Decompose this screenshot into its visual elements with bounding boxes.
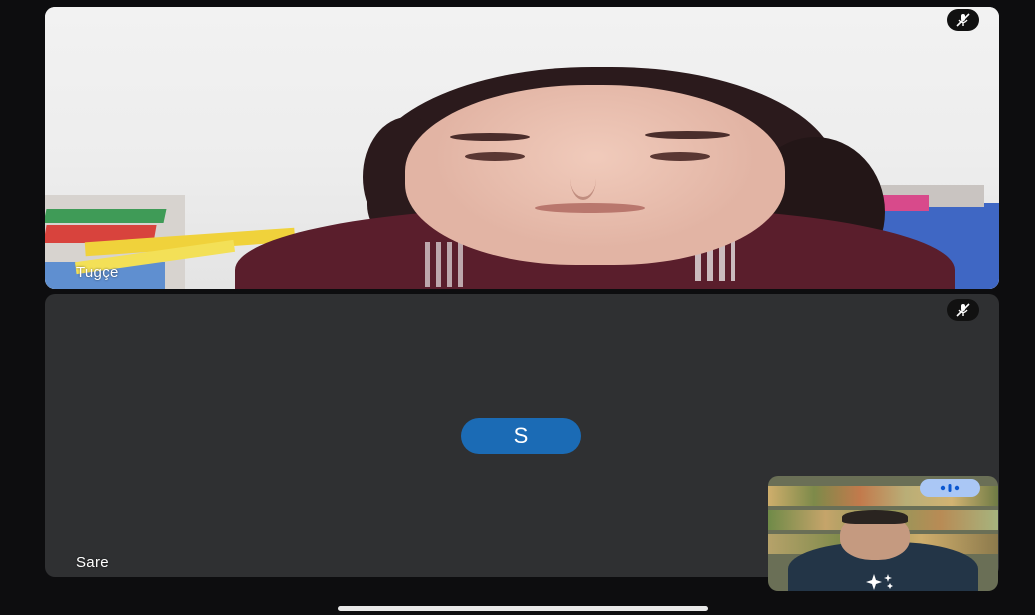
- participant-video-eye: [650, 152, 710, 161]
- participant-video-nose: [570, 157, 596, 200]
- participant-tile-tugce[interactable]: Tugçe: [45, 7, 999, 289]
- participant-video-clothing-print: [425, 242, 465, 287]
- self-view-hair: [842, 510, 908, 524]
- audio-level-glyph: [940, 484, 960, 492]
- home-indicator[interactable]: [338, 606, 708, 611]
- mic-off-icon: [947, 9, 979, 31]
- sparkle-glyph: [866, 574, 893, 590]
- mic-off-glyph: [956, 303, 970, 317]
- participant-video-eyebrow: [450, 133, 530, 141]
- participant-video-eyebrow: [645, 131, 730, 139]
- participant-name: Sare: [76, 554, 109, 571]
- participant-video-eye: [465, 152, 525, 161]
- mic-off-icon: [947, 299, 979, 321]
- mic-off-glyph: [956, 13, 970, 27]
- self-view-tile[interactable]: [768, 476, 998, 591]
- participant-video-mouth: [535, 203, 645, 213]
- audio-level-icon: [920, 479, 980, 497]
- participant-avatar: S: [461, 418, 581, 454]
- sparkle-effects-icon[interactable]: [860, 572, 900, 590]
- video-feed-object: [45, 209, 167, 223]
- participant-name: Tugçe: [76, 264, 119, 281]
